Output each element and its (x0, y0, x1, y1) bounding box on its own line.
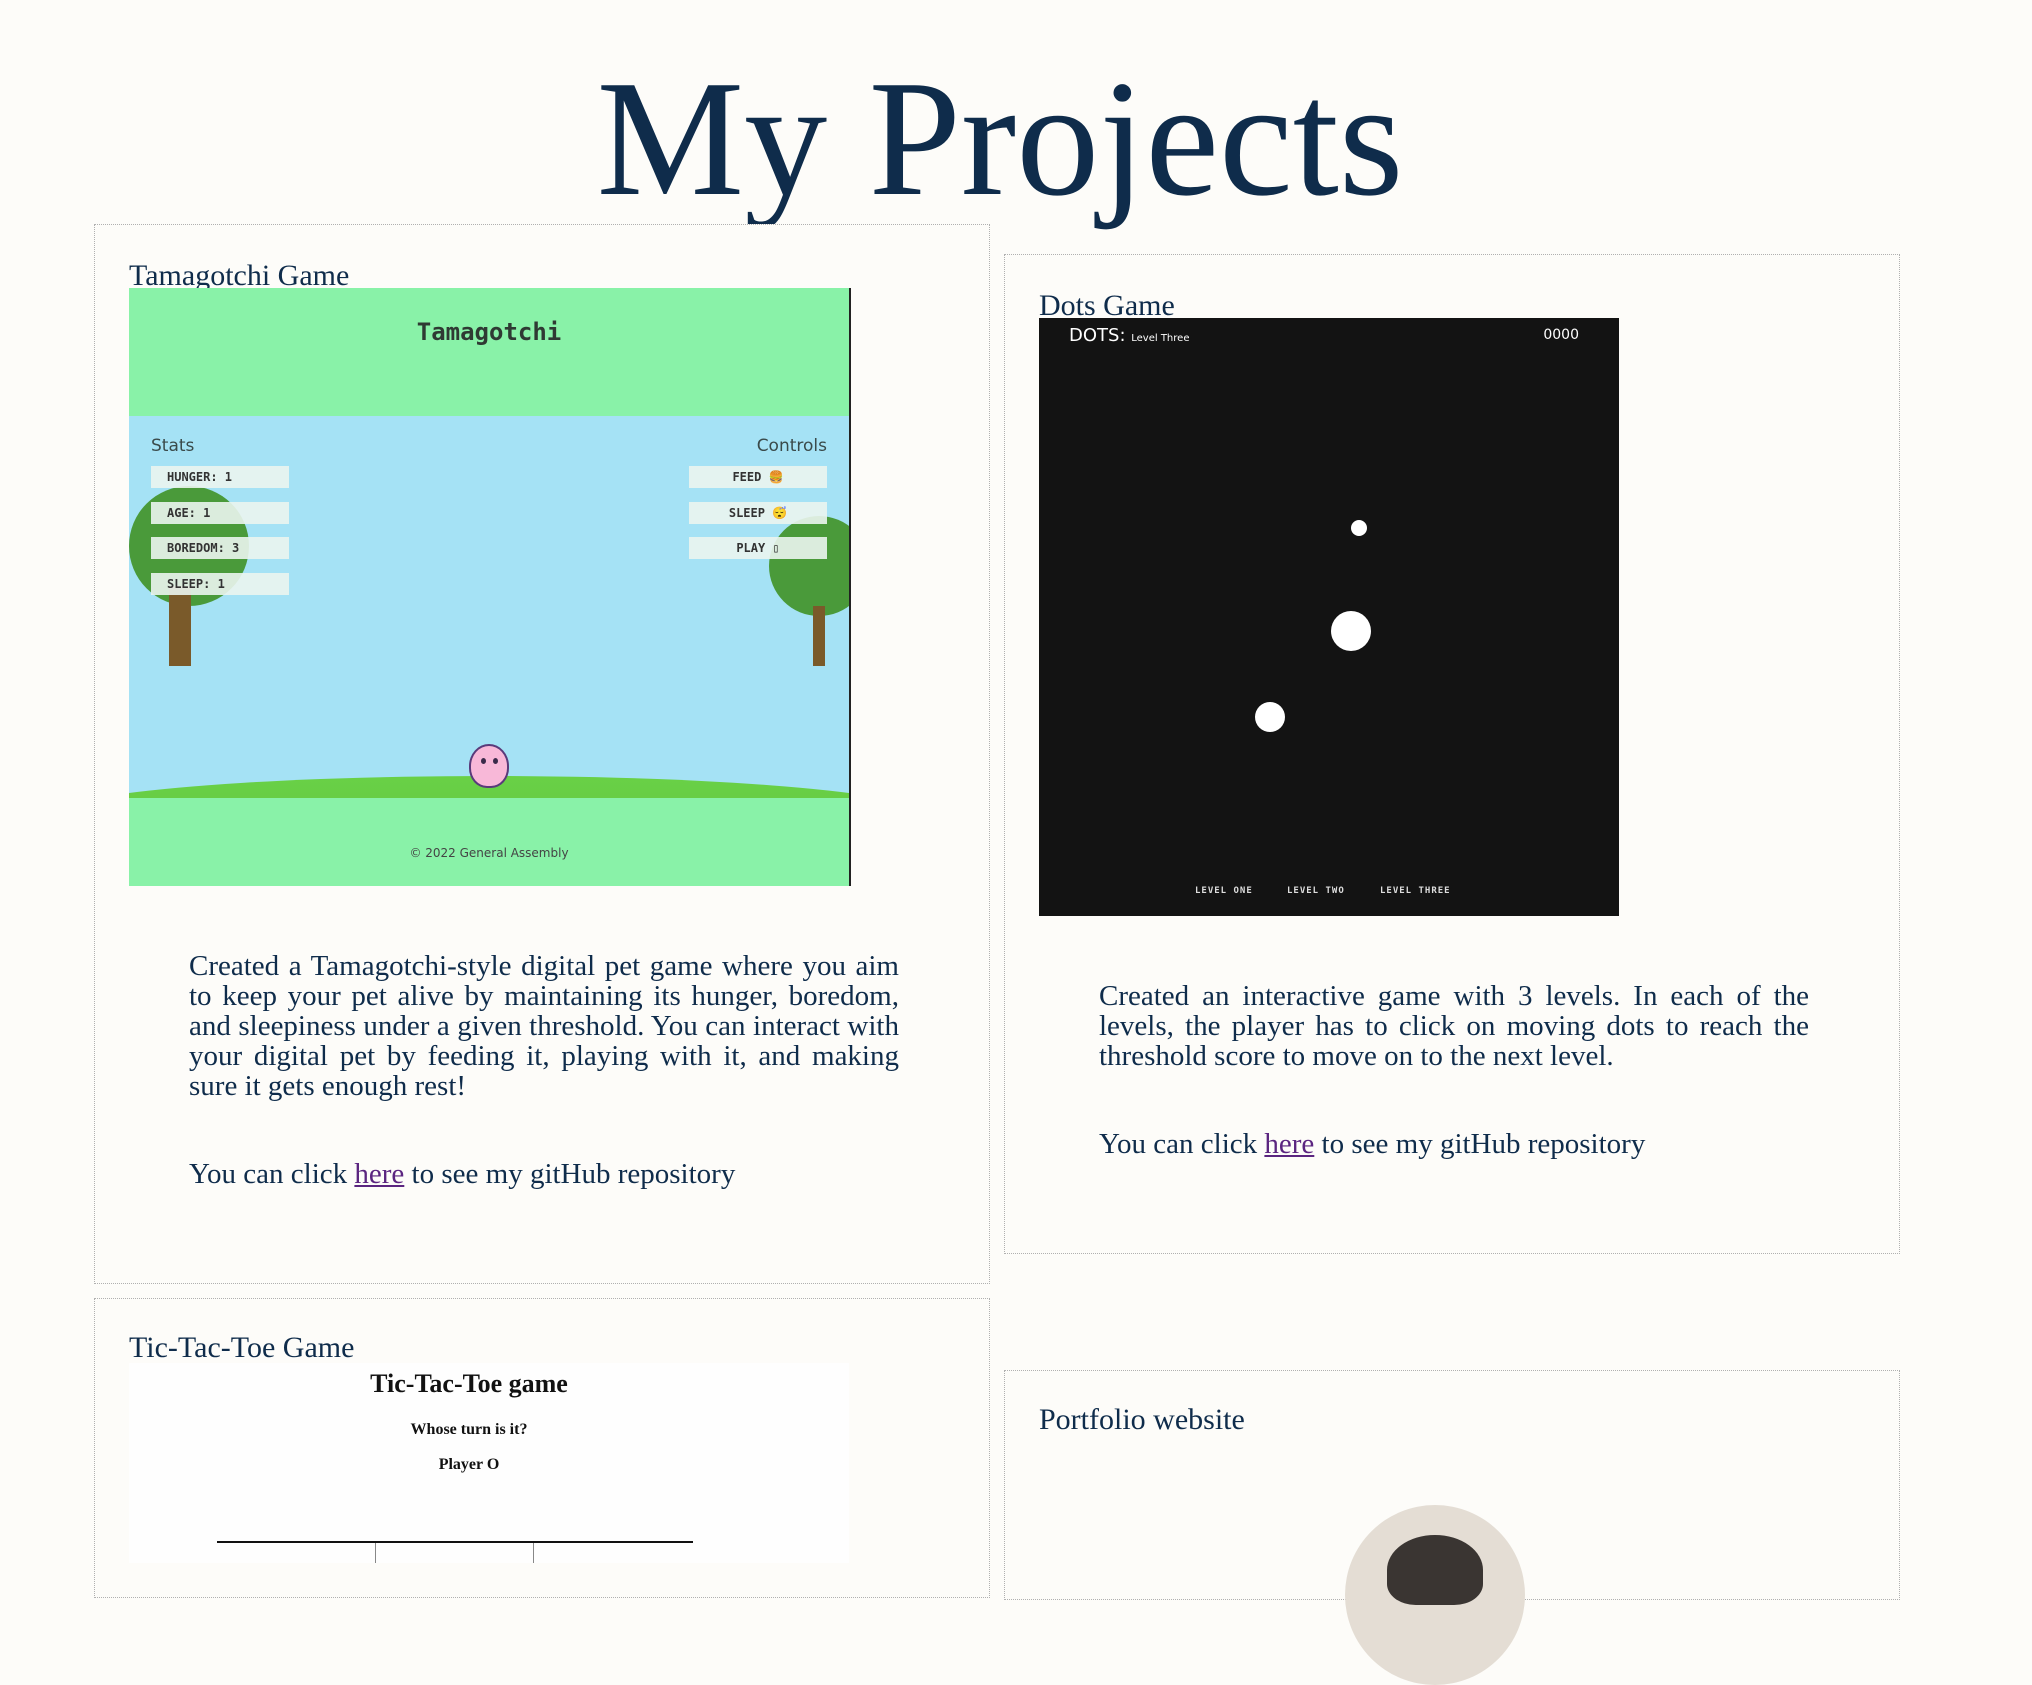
pet-character[interactable] (469, 744, 509, 788)
stat-age: AGE: 1 (151, 502, 289, 524)
pet-eye-icon (493, 758, 498, 764)
tictactoe-game-title: Tic-Tac-Toe game (370, 1369, 568, 1398)
stat-boredom: BOREDOM: 3 (151, 537, 289, 559)
tamagotchi-footer: © 2022 General Assembly (129, 798, 849, 886)
tree-trunk-right (813, 606, 825, 666)
link-prefix: You can click (1099, 1128, 1265, 1160)
level-one-button[interactable]: LEVEL ONE (1195, 886, 1253, 896)
board-divider (375, 1543, 376, 1563)
project-title: Tic-Tac-Toe Game (129, 1331, 355, 1364)
project-description: Created a Tamagotchi-style digital pet g… (189, 950, 899, 1102)
avatar (1345, 1505, 1525, 1685)
tamagotchi-screenshot[interactable]: Tamagotchi Stats Controls HUNGER: 1 AGE:… (129, 288, 851, 886)
stats-label: Stats (151, 436, 195, 456)
dot[interactable] (1331, 611, 1371, 651)
tamagotchi-app-title: Tamagotchi (416, 318, 562, 346)
sleep-button[interactable]: SLEEP 😴 (689, 502, 827, 524)
dots-game-title: DOTS: Level Three (1069, 325, 1189, 346)
stat-hunger: HUNGER: 1 (151, 466, 289, 488)
dot[interactable] (1351, 520, 1367, 536)
dot[interactable] (1255, 702, 1285, 732)
link-suffix: to see my gitHub repository (404, 1158, 736, 1190)
level-two-button[interactable]: LEVEL TWO (1287, 886, 1345, 896)
feed-button[interactable]: FEED 🍔 (689, 466, 827, 488)
project-card-dots: Dots Game DOTS: Level Three 0000 LEVEL O… (1004, 254, 1900, 1254)
dots-title-text: DOTS: (1069, 325, 1126, 346)
tictactoe-screenshot[interactable]: Tic-Tac-Toe game Whose turn is it? Playe… (129, 1363, 849, 1563)
dots-level-name: Level Three (1131, 333, 1190, 344)
github-link[interactable]: here (1264, 1128, 1314, 1160)
project-description: Created an interactive game with 3 level… (1099, 980, 1809, 1072)
project-card-portfolio: Portfolio website (1004, 1370, 1900, 1685)
project-card-tamagotchi: Tamagotchi Game Tamagotchi Stats Control… (94, 224, 990, 1284)
stat-sleep: SLEEP: 1 (151, 573, 289, 595)
game-board[interactable] (217, 1541, 693, 1563)
tree-trunk-left (169, 586, 191, 666)
project-title: Portfolio website (1039, 1403, 1245, 1436)
avatar-hair (1387, 1535, 1483, 1605)
project-card-tictactoe: Tic-Tac-Toe Game Tic-Tac-Toe game Whose … (94, 1298, 990, 1598)
repo-link-line: You can click here to see my gitHub repo… (1099, 1129, 1645, 1159)
page-title: My Projects (596, 46, 1404, 230)
dots-screenshot[interactable]: DOTS: Level Three 0000 LEVEL ONE LEVEL T… (1039, 318, 1619, 916)
link-prefix: You can click (189, 1158, 355, 1190)
project-title: Dots Game (1039, 289, 1175, 322)
dots-score: 0000 (1543, 327, 1579, 343)
tamagotchi-copyright: © 2022 General Assembly (409, 846, 569, 860)
tamagotchi-scene: Stats Controls HUNGER: 1 AGE: 1 BOREDOM:… (129, 416, 849, 886)
play-button[interactable]: PLAY ▯ (689, 537, 827, 559)
turn-question: Whose turn is it? (410, 1421, 528, 1438)
tree-right (769, 516, 849, 616)
controls-label: Controls (756, 436, 827, 456)
board-divider (533, 1543, 534, 1563)
github-link[interactable]: here (354, 1158, 404, 1190)
repo-link-line: You can click here to see my gitHub repo… (189, 1159, 735, 1189)
tamagotchi-header: Tamagotchi (129, 288, 849, 416)
level-three-button[interactable]: LEVEL THREE (1380, 886, 1451, 896)
pet-eye-icon (481, 758, 486, 764)
current-player: Player O (438, 1456, 500, 1473)
link-suffix: to see my gitHub repository (1314, 1128, 1646, 1160)
project-title: Tamagotchi Game (129, 259, 350, 292)
